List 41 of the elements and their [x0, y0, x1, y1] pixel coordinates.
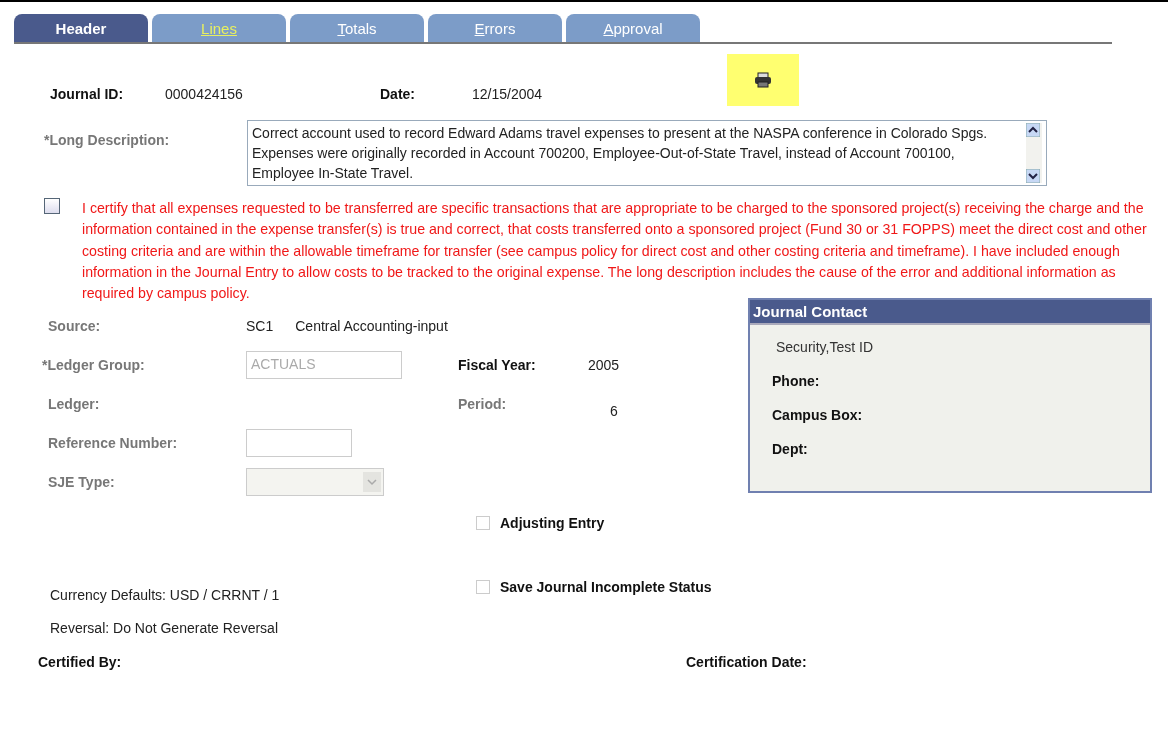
- scrollbar[interactable]: [1026, 123, 1042, 183]
- field-label: Phone:: [772, 373, 821, 390]
- field-value: 0000424156: [165, 85, 244, 102]
- field-label: Reference Number:: [48, 435, 179, 451]
- field-value: 12/15/2004: [472, 85, 544, 102]
- field-label: Certified By:: [38, 654, 123, 671]
- panel-title: Journal Contact: [750, 300, 1150, 326]
- field-label: *Long Description:: [44, 131, 171, 150]
- scroll-down-icon[interactable]: [1026, 169, 1040, 183]
- field-label: Period:: [458, 396, 508, 412]
- field-label: Date:: [380, 85, 416, 102]
- chevron-down-icon: [363, 472, 381, 492]
- description-field[interactable]: Correct account used to record Edward Adams travel expenses to present at the NASPA conference in Colorado Spgs. Expenses were originally recorded in Account 700200, Employee-Out-of-State Travel, instead of Account 700100, Employee In-State Travel.: [247, 120, 1047, 186]
- scroll-up-icon[interactable]: [1026, 123, 1040, 137]
- reference-number-field[interactable]: [246, 429, 352, 457]
- field-value: 2005: [588, 357, 621, 373]
- field-label: *Ledger Group:: [42, 357, 146, 373]
- checkbox-label: Adjusting Entry: [500, 515, 605, 532]
- field-label: Fiscal Year:: [458, 357, 537, 373]
- printer-icon: [754, 72, 772, 88]
- print-button[interactable]: [727, 54, 799, 106]
- field-label: Source:: [48, 318, 102, 334]
- field-value: 6: [609, 402, 619, 419]
- reversal-text: Reversal: Do Not Generate Reversal: [50, 620, 279, 637]
- checkbox-label: Save Journal Incomplete Status: [500, 579, 712, 596]
- field-value: Central Accounting-input: [295, 318, 448, 334]
- field-label: Certification Date:: [686, 654, 807, 671]
- field-label: Journal ID:: [50, 85, 125, 102]
- field-value: SC1: [246, 318, 274, 334]
- field-label: SJE Type:: [48, 474, 116, 490]
- field-label: Dept:: [772, 441, 809, 458]
- tab[interactable]: Approval: [566, 14, 700, 42]
- currency-defaults-text: Currency Defaults: USD / CRRNT / 1: [50, 587, 281, 604]
- tab[interactable]: Lines: [152, 14, 286, 42]
- contact-name: Security,Test ID: [776, 339, 874, 356]
- tab[interactable]: Totals: [290, 14, 424, 42]
- tab[interactable]: Header: [14, 14, 148, 42]
- field-label: Ledger:: [48, 396, 101, 412]
- checkbox[interactable]: [44, 198, 60, 214]
- field-label: Campus Box:: [772, 407, 864, 424]
- tab[interactable]: Errors: [428, 14, 562, 42]
